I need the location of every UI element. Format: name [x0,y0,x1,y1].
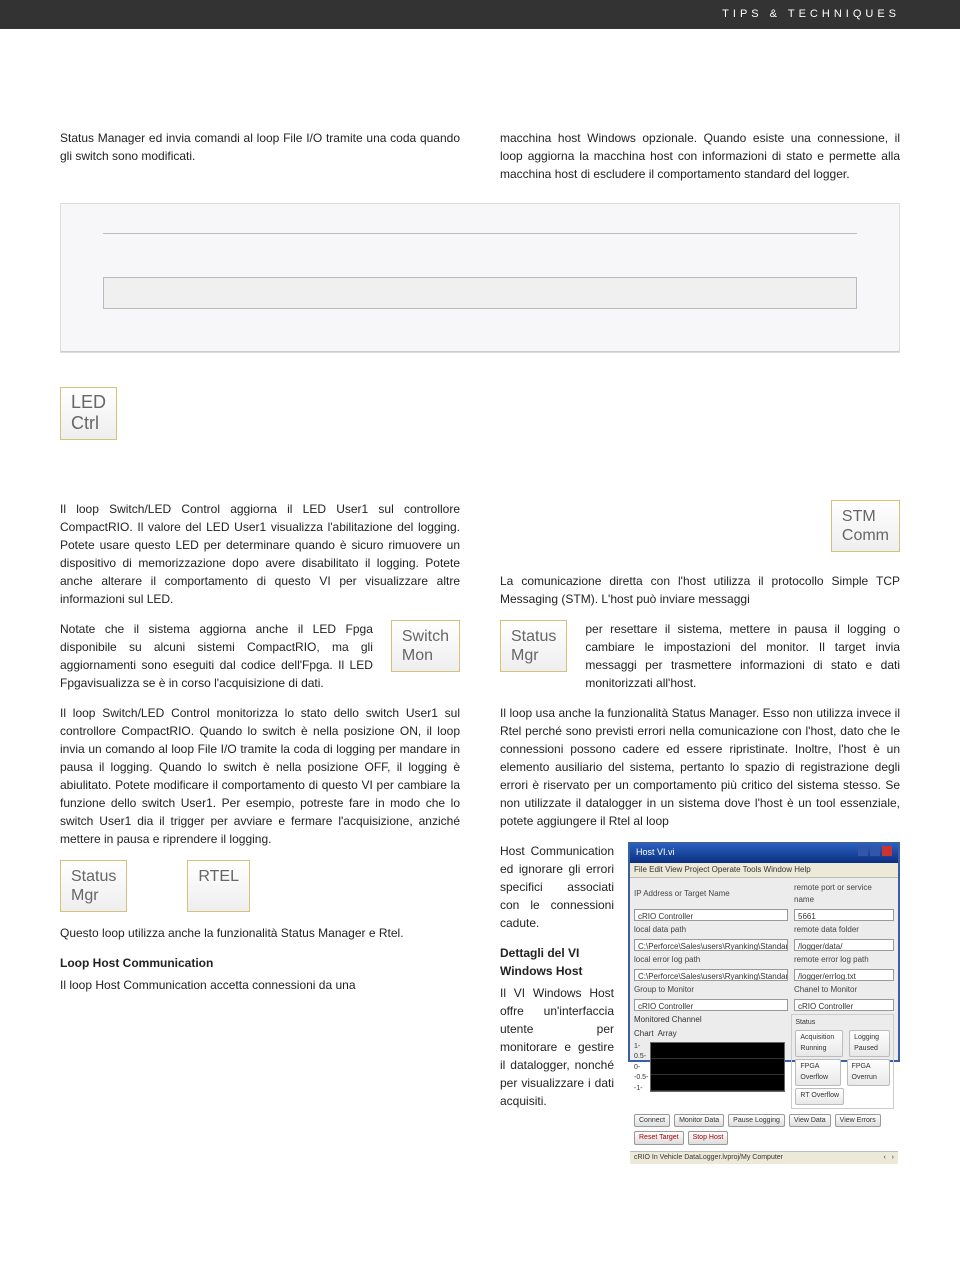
chanel-field[interactable]: cRIO Controller [794,999,894,1011]
status-label: Status [795,1018,890,1029]
taskbar-path: cRIO In Vehicle DataLogger.lvproj/My Com… [634,1153,783,1164]
reset-target-button[interactable]: Reset Target [634,1131,684,1145]
paragraph-windows-host: Il VI Windows Host offre un'interfaccia … [500,984,614,1110]
y-tick: 0- [634,1063,648,1074]
window-controls[interactable] [856,846,892,861]
status-acq: Acquisition Running [795,1030,843,1057]
y-tick: 1- [634,1042,648,1053]
window-menubar[interactable]: File Edit View Project Operate Tools Win… [630,863,898,878]
status-fpga-overrun: FPGA Overrun [847,1059,890,1086]
status-rt-overflow: RT Overflow [795,1088,844,1105]
paragraph-status-rtel: Questo loop utilizza anche la funzionali… [60,924,460,942]
ip-label: IP Address or Target Name [634,888,788,900]
y-tick: 0.5- [634,1052,648,1063]
host-vi-window: Host VI.vi File Edit View Project Operat… [628,842,900,1062]
monitor-data-button[interactable]: Monitor Data [674,1114,724,1128]
heading-loop-host: Loop Host Communication [60,954,460,972]
paragraph-stm-intro: La comunicazione diretta con l'host util… [500,572,900,608]
pause-logging-button[interactable]: Pause Logging [728,1114,785,1128]
y-tick: -0.5- [634,1073,648,1084]
paragraph-stm-reset: per resettare il sistema, mettere in pau… [585,620,900,692]
chanel-label: Chanel to Monitor [794,984,894,996]
ip-field[interactable]: cRIO Controller [634,909,788,921]
monitored-label: Monitored Channel [634,1014,785,1026]
paragraph-led-control: Il loop Switch/LED Control aggiorna il L… [60,500,460,608]
view-data-button[interactable]: View Data [789,1114,831,1128]
status-fpga-overflow: FPGA Overflow [795,1059,840,1086]
led-ctrl-tag: LED Ctrl [60,387,117,440]
view-errors-button[interactable]: View Errors [835,1114,881,1128]
connect-button[interactable]: Connect [634,1114,670,1128]
local-data-label: local data path [634,924,788,936]
remote-err-field[interactable]: /logger/errlog.txt [794,969,894,981]
paragraph-intro-right: macchina host Windows opzionale. Quando … [500,129,900,183]
status-mgr-tag-right: Status Mgr [500,620,567,672]
status-mgr-tag-left: Status Mgr [60,860,127,912]
chart-display [650,1042,785,1092]
category-header: TIPS & TECHNIQUES [0,0,960,29]
paragraph-switch-monitor: Il loop Switch/LED Control monitorizza l… [60,704,460,848]
y-tick: -1- [634,1084,648,1095]
block-diagram-figure [60,203,900,353]
status-log: Logging Paused [849,1030,890,1057]
rtel-tag: RTEL [187,860,250,912]
window-title: Host VI.vi [636,846,675,861]
local-data-field[interactable]: C:\Perforce\Sales\users\Ryanking\Standar… [634,939,788,951]
stm-comm-tag: STM Comm [831,500,900,552]
port-label: remote port or service name [794,882,894,906]
window-titlebar: Host VI.vi [630,844,898,863]
window-taskbar: cRIO In Vehicle DataLogger.lvproj/My Com… [630,1151,898,1165]
chart-tab[interactable]: Chart [634,1028,654,1040]
paragraph-intro-left: Status Manager ed invia comandi al loop … [60,129,460,165]
local-err-field[interactable]: C:\Perforce\Sales\users\Ryanking\Standar… [634,969,788,981]
remote-data-label: remote data folder [794,924,894,936]
group-field[interactable]: cRIO Controller [634,999,788,1011]
remote-data-field[interactable]: /logger/data/ [794,939,894,951]
remote-err-label: remote error log path [794,954,894,966]
group-label: Group to Monitor [634,984,788,996]
array-tab[interactable]: Array [658,1028,677,1040]
local-err-label: local error log path [634,954,788,966]
paragraph-fpga-led: Notate che il sistema aggiorna anche il … [60,620,373,692]
paragraph-host-comm-errors: Host Communication ed ignorare gli error… [500,842,614,932]
stop-host-button[interactable]: Stop Host [688,1131,729,1145]
heading-dettagli-vi: Dettagli del VI Windows Host [500,944,614,980]
port-field[interactable]: 5661 [794,909,894,921]
paragraph-status-manager: Il loop usa anche la funzionalità Status… [500,704,900,830]
paragraph-loop-host: Il loop Host Communication accetta conne… [60,976,460,994]
switch-mon-tag: Switch Mon [391,620,460,672]
